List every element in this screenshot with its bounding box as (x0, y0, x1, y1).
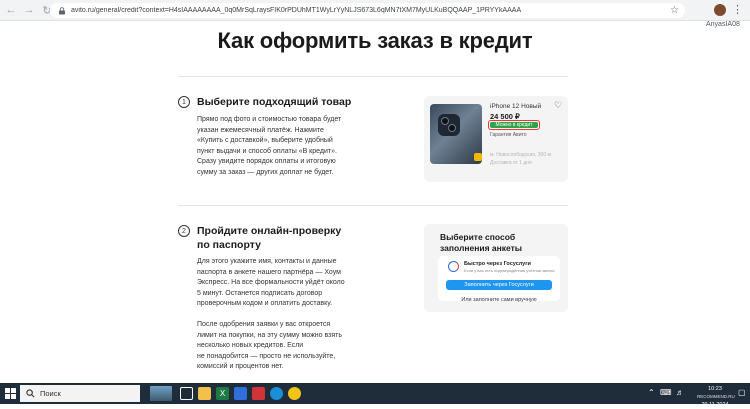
app-icon[interactable] (252, 387, 265, 400)
step-2-text: Для этого укажите имя, контакты и данные… (197, 258, 345, 370)
step-2-number: 2 (178, 225, 190, 237)
file-explorer-icon[interactable] (198, 387, 211, 400)
notifications-icon[interactable]: ▢ (738, 388, 746, 397)
credit-badge: Можно в кредит (488, 120, 540, 130)
address-bar[interactable]: avito.ru/general/credit?context=H4sIAAAA… (50, 3, 685, 18)
taskbar-search-input[interactable]: Поиск (20, 385, 140, 402)
volume-icon[interactable]: ♬ (676, 388, 684, 397)
product-delivery: Доставка от 1 дня (490, 160, 532, 166)
manual-fill-link[interactable]: Или заполните сами вручную (424, 297, 574, 303)
heart-icon[interactable]: ♡ (554, 100, 562, 111)
site-info-icon[interactable] (58, 6, 66, 15)
browser-toolbar: ← → ↻ avito.ru/general/credit?context=H4… (0, 0, 750, 21)
product-preview-card: iPhone 12 Новый ♡ 24 500 ₽ Можно в креди… (424, 96, 568, 182)
product-photo (430, 104, 482, 164)
section-divider (178, 76, 568, 77)
tray-chevron-icon[interactable]: ⌃ (648, 388, 655, 397)
windows-taskbar: Поиск X ⌃ ⌨ ♬ 10:23 RECOMMEND.RU 29.11.2… (0, 383, 750, 408)
bookmark-star-icon[interactable]: ☆ (670, 5, 679, 16)
step-2-title: Пройдите онлайн-проверку по паспорту (197, 225, 342, 251)
chrome-icon[interactable] (288, 387, 301, 400)
gosuslugi-button[interactable]: Заполнить через Госуслуги (446, 280, 552, 290)
task-view-icon[interactable] (180, 387, 193, 400)
photos-icon[interactable] (234, 387, 247, 400)
guarantee-label: Гарантия Авито (490, 132, 527, 138)
product-name: iPhone 12 Новый (490, 103, 542, 110)
edge-icon[interactable] (270, 387, 283, 400)
form-card-title: Выберите способ заполнения анкеты (440, 232, 523, 253)
gosuslugi-title: Быстро через Госуслуги (464, 261, 531, 267)
page-title: Как оформить заказ в кредит (217, 28, 533, 53)
step-1-number: 1 (178, 96, 190, 108)
section-divider (178, 205, 568, 206)
forward-arrow-icon[interactable]: → (22, 3, 36, 17)
browser-menu-icon[interactable]: ⋮ (732, 3, 743, 16)
form-preview-card: Выберите способ заполнения анкеты Быстро… (424, 224, 568, 312)
profile-avatar[interactable] (714, 4, 726, 16)
step-1-title: Выберите подходящий товар (197, 96, 352, 108)
step-1-text: Прямо под фото и стоимостью товара будет… (197, 116, 342, 176)
profile-label: AnyasIA08 (706, 21, 740, 28)
gosuslugi-logo-icon (448, 261, 459, 272)
back-arrow-icon[interactable]: ← (4, 3, 18, 17)
windows-start-icon[interactable] (5, 388, 16, 399)
excel-icon[interactable]: X (216, 387, 229, 400)
gosuslugi-option: Быстро через Госуслуги Если у вас есть п… (438, 256, 560, 301)
address-url: avito.ru/general/credit?context=H4sIAAAA… (71, 7, 522, 14)
search-icon (26, 389, 35, 398)
network-icon[interactable]: ⌨ (660, 388, 672, 397)
taskbar-clock[interactable]: 10:23 RECOMMEND.RU 29.11.2024 (697, 385, 735, 409)
product-location: м. Новослободская, 300 м (490, 152, 551, 158)
gosuslugi-subtitle: Если у вас есть подтверждённая учётная з… (464, 268, 555, 273)
landscape-widget-icon[interactable] (150, 386, 172, 401)
